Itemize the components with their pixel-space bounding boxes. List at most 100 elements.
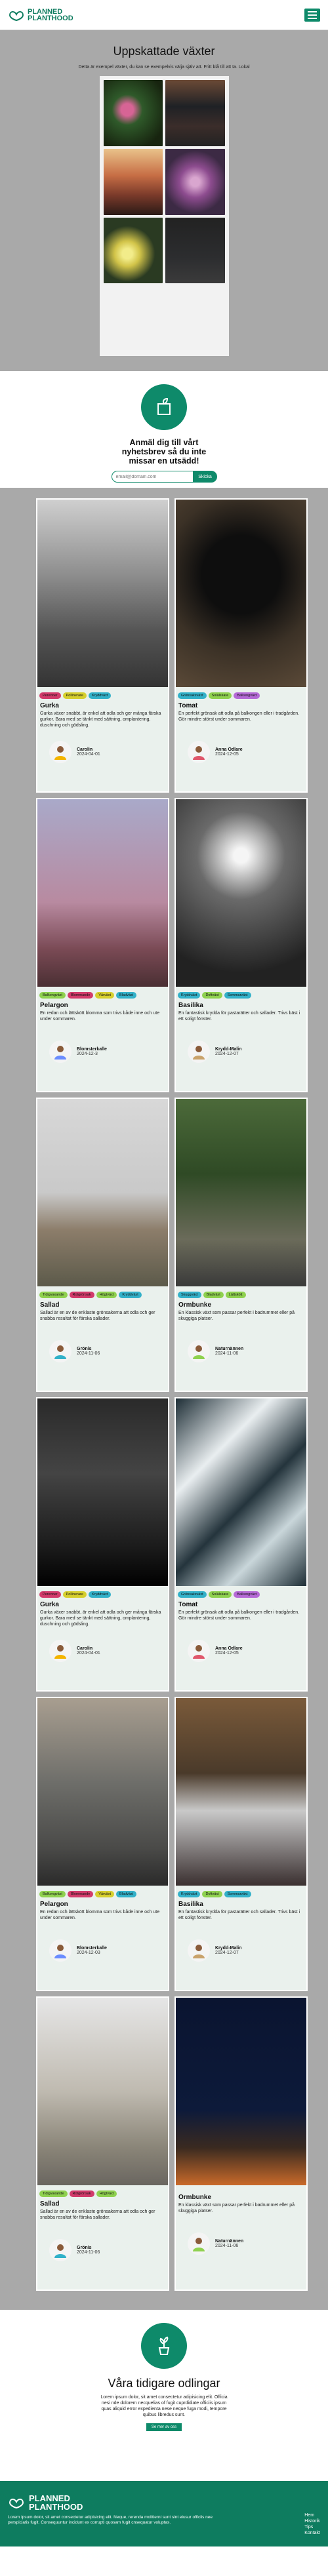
plant-card[interactable]: Tidigvaxande Rotgrönsak Högtväxt Sallad Sall…: [37, 1998, 168, 2289]
plant-tag[interactable]: Skuggväxt: [178, 1292, 201, 1298]
plant-title: Sallad: [40, 1301, 60, 1309]
plant-card[interactable]: Balkongväxt Blommande Vårväxt Bladväxt Pelar…: [37, 799, 168, 1091]
plant-tag[interactable]: Högtväxt: [96, 1292, 117, 1298]
plant-tag[interactable]: Pollinerare: [62, 692, 87, 699]
plant-tag[interactable]: Balkongväxt: [39, 992, 66, 999]
plant-tag[interactable]: Pollinerare: [62, 1591, 87, 1598]
plant-tag[interactable]: Solälskare: [208, 692, 232, 699]
person-icon: [193, 1046, 205, 1060]
plant-tag[interactable]: Kryddväxt: [178, 992, 201, 999]
plant-card[interactable]: Kryddväxt Doftväxt Sommarväxt Basilika En fa…: [176, 1698, 306, 1990]
plant-tag[interactable]: Vårväxt: [95, 1891, 114, 1897]
plant-tag[interactable]: Grönsaksväxt: [178, 1591, 207, 1598]
plant-title: Gurka: [40, 1601, 59, 1608]
person-icon: [54, 1645, 66, 1659]
author-name: Naturnännen: [215, 1347, 244, 1351]
brand-line2: PLANTHOOD: [28, 14, 73, 22]
plant-image: [37, 1099, 168, 1286]
subscribe-button[interactable]: Skicka: [193, 471, 217, 483]
plant-tag[interactable]: Tidigvaxande: [39, 2190, 68, 2197]
plant-card[interactable]: Grönsaksväxt Solälskare Balkongväxt Tomat En…: [176, 1398, 306, 1690]
plant-tag[interactable]: Rotgrönsak: [69, 1292, 94, 1298]
plant-tag[interactable]: Doftväxt: [202, 1891, 222, 1897]
plant-card[interactable]: Ormbunke En klassisk växt som passar perf…: [176, 1998, 306, 2289]
hamburger-menu-icon[interactable]: [304, 8, 320, 22]
author-name: Carolin: [77, 1646, 93, 1651]
email-field[interactable]: [111, 471, 194, 483]
leaf-heart-icon: [9, 10, 24, 21]
plant-card[interactable]: Perenner Pollinerare Kryddväxt Gurka Gurka v…: [37, 500, 168, 791]
footer-link[interactable]: Kontakt: [304, 2530, 320, 2536]
author-info: Naturnännen 2024-11-06: [176, 1336, 306, 1366]
plant-tag[interactable]: Bladväxt: [115, 1891, 137, 1897]
plant-card[interactable]: Kryddväxt Doftväxt Sommarväxt Basilika En fa…: [176, 799, 306, 1091]
author-name: Anna Odlare: [215, 1646, 243, 1651]
plant-tag[interactable]: Bladväxt: [115, 992, 137, 999]
post-date: 2024-12-07: [215, 1052, 239, 1056]
plant-tag[interactable]: Kryddväxt: [119, 1292, 142, 1298]
plant-tag[interactable]: Lättskött: [225, 1292, 246, 1298]
avatar: [188, 2232, 210, 2255]
footer-link[interactable]: Hem: [304, 2512, 320, 2518]
gallery-image[interactable]: [165, 148, 225, 215]
avatar: [49, 1340, 72, 1362]
plant-card[interactable]: Balkongväxt Blommande Vårväxt Bladväxt Pelar…: [37, 1698, 168, 1990]
gallery-image[interactable]: [103, 217, 163, 284]
plant-tag[interactable]: Tidigvaxande: [39, 1292, 68, 1298]
plant-title: Sallad: [40, 2200, 60, 2208]
post-date: 2024-04-01: [77, 1651, 100, 1655]
person-icon: [54, 1945, 66, 1958]
person-icon: [193, 2238, 205, 2251]
plant-tag[interactable]: Sommarväxt: [224, 992, 251, 999]
plant-tag[interactable]: Kryddväxt: [88, 692, 112, 699]
plant-tag[interactable]: Rotgrönsak: [69, 2190, 94, 2197]
see-more-button[interactable]: Se mer av oss: [146, 2423, 182, 2431]
author-info: Grönis 2024-11-06: [37, 2235, 168, 2265]
plant-tag[interactable]: Högtväxt: [96, 2190, 117, 2197]
newsletter-form: Skicka: [0, 471, 328, 483]
site-footer: PLANNED PLANTHOOD Lorem ipsum dolor, sit …: [0, 2481, 328, 2546]
plant-tag[interactable]: Blommande: [67, 1891, 94, 1897]
plant-card[interactable]: Skuggväxt Bladväxt Lättskött Ormbunke En kla…: [176, 1099, 306, 1391]
avatar: [188, 1640, 210, 1662]
author-info: Grönis 2024-11-06: [37, 1336, 168, 1366]
plant-pot-icon: [158, 2336, 170, 2355]
plant-card[interactable]: Grönsaksväxt Solälskare Balkongväxt Tomat En…: [176, 500, 306, 791]
plant-tag[interactable]: Blommande: [67, 992, 94, 999]
plant-image: [176, 1998, 306, 2185]
plant-image: [37, 1698, 168, 1886]
plant-card[interactable]: Tidigvaxande Rotgrönsak Högtväxt Kryddväxt S…: [37, 1099, 168, 1391]
leaf-heart-icon: [9, 2499, 24, 2508]
plant-tag[interactable]: Balkongväxt: [234, 1591, 260, 1598]
tag-list: Tidigvaxande Rotgrönsak Högtväxt: [37, 2185, 168, 2199]
footer-link[interactable]: Tips: [304, 2524, 320, 2530]
footer-link[interactable]: Historik: [304, 2518, 320, 2524]
brand-logo[interactable]: PLANNED PLANTHOOD: [8, 8, 73, 22]
footer-logo[interactable]: PLANNED PLANTHOOD: [8, 2494, 224, 2511]
gallery-image[interactable]: [103, 148, 163, 215]
author-name: Krydd-Malin: [215, 1047, 242, 1052]
person-icon: [193, 1345, 205, 1359]
plant-tag[interactable]: Perenner: [39, 692, 61, 699]
plant-tag[interactable]: Doftväxt: [202, 992, 222, 999]
popular-title: Uppskattade växter: [113, 45, 215, 58]
gallery-image[interactable]: [165, 80, 225, 146]
plant-tag[interactable]: Perenner: [39, 1591, 61, 1598]
author-info: Blomsterkalle 2024-12-3: [37, 1037, 168, 1067]
author-info: Blomsterkalle 2024-12-03: [37, 1935, 168, 1966]
plant-tag[interactable]: Sommarväxt: [224, 1891, 251, 1897]
plant-tag[interactable]: Bladväxt: [203, 1292, 224, 1298]
plant-card[interactable]: Perenner Pollinerare Kryddväxt Gurka Gurka v…: [37, 1398, 168, 1690]
plant-tag[interactable]: Grönsaksväxt: [178, 692, 207, 699]
plant-tag[interactable]: Kryddväxt: [88, 1591, 112, 1598]
plant-tag[interactable]: Solälskare: [208, 1591, 232, 1598]
plant-tag[interactable]: Balkongväxt: [234, 692, 260, 699]
tag-list: Kryddväxt Doftväxt Sommarväxt: [176, 1886, 306, 1899]
plant-tag[interactable]: Balkongväxt: [39, 1891, 66, 1897]
plant-tag[interactable]: Kryddväxt: [178, 1891, 201, 1897]
plant-tag[interactable]: Vårväxt: [95, 992, 114, 999]
gallery-image[interactable]: [165, 217, 225, 284]
avatar: [49, 1640, 72, 1662]
previous-title: Våra tidigare odlingar: [108, 2377, 220, 2390]
gallery-image[interactable]: [103, 80, 163, 146]
